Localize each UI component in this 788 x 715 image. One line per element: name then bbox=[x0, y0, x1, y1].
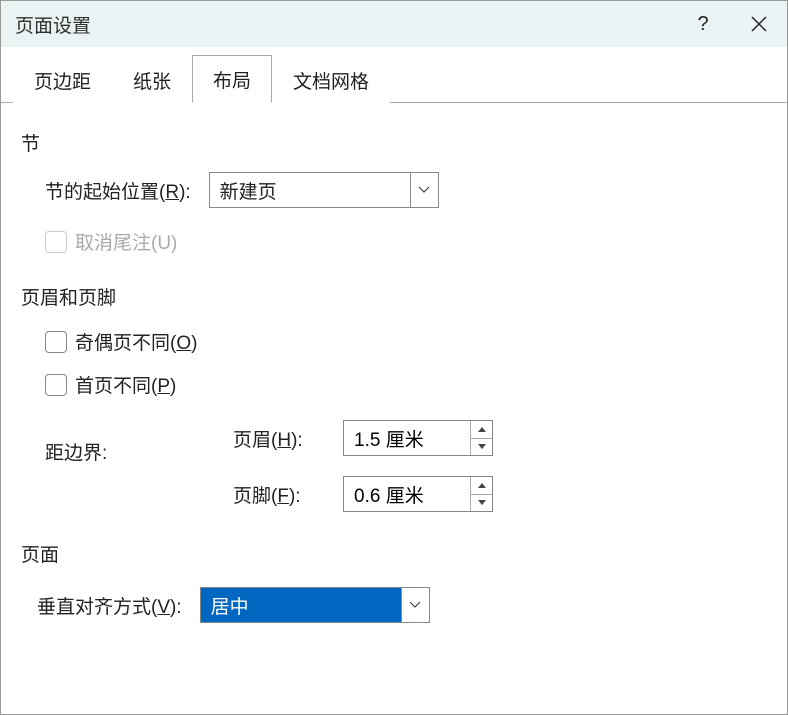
page-group-title: 页面 bbox=[21, 540, 767, 567]
help-button[interactable]: ? bbox=[675, 1, 731, 47]
valign-label: 垂直对齐方式(V): bbox=[37, 592, 182, 619]
titlebar: 页面设置 ? bbox=[1, 1, 787, 47]
section-start-dropdown-arrow[interactable] bbox=[410, 173, 438, 207]
firstpage-label: 首页不同(P) bbox=[75, 371, 176, 398]
footer-spinner-up[interactable] bbox=[471, 477, 492, 495]
valign-dropdown[interactable]: 居中 bbox=[200, 587, 430, 623]
footer-spinner-arrows bbox=[470, 477, 492, 511]
section-group-title: 节 bbox=[21, 129, 767, 156]
dialog-title: 页面设置 bbox=[15, 11, 91, 38]
firstpage-checkbox[interactable] bbox=[45, 374, 67, 396]
titlebar-controls: ? bbox=[675, 1, 787, 47]
footer-distance-spinner[interactable]: 0.6 厘米 bbox=[343, 476, 493, 512]
triangle-up-icon bbox=[478, 483, 486, 488]
headerfooter-group-title: 页眉和页脚 bbox=[21, 283, 767, 310]
section-start-dropdown[interactable]: 新建页 bbox=[209, 172, 439, 208]
header-distance-spinner[interactable]: 1.5 厘米 bbox=[343, 420, 493, 456]
triangle-down-icon bbox=[478, 444, 486, 449]
triangle-up-icon bbox=[478, 427, 486, 432]
section-start-label: 节的起始位置(R): bbox=[45, 177, 191, 204]
close-button[interactable] bbox=[731, 1, 787, 47]
tab-grid[interactable]: 文档网格 bbox=[272, 56, 390, 103]
chevron-down-icon bbox=[418, 186, 430, 194]
header-distance-value[interactable]: 1.5 厘米 bbox=[344, 421, 470, 455]
oddeven-checkbox[interactable] bbox=[45, 331, 67, 353]
close-icon bbox=[751, 16, 767, 32]
footer-distance-label: 页脚(F): bbox=[233, 481, 343, 508]
suppress-endnotes-label: 取消尾注(U) bbox=[75, 228, 177, 255]
triangle-down-icon bbox=[478, 500, 486, 505]
header-spinner-up[interactable] bbox=[471, 421, 492, 439]
section-start-value: 新建页 bbox=[210, 173, 410, 207]
valign-dropdown-arrow[interactable] bbox=[401, 588, 429, 622]
valign-value: 居中 bbox=[201, 588, 401, 622]
oddeven-label: 奇偶页不同(O) bbox=[75, 328, 197, 355]
header-distance-label: 页眉(H): bbox=[233, 425, 343, 452]
page-setup-dialog: 页面设置 ? 页边距 纸张 布局 文档网格 节 节的起始位置(R): 新建页 bbox=[0, 0, 788, 715]
distance-label: 距边界: bbox=[45, 443, 107, 464]
header-spinner-arrows bbox=[470, 421, 492, 455]
tabs-bar: 页边距 纸张 布局 文档网格 bbox=[1, 47, 787, 103]
header-spinner-down[interactable] bbox=[471, 439, 492, 456]
footer-spinner-down[interactable] bbox=[471, 495, 492, 512]
tab-paper[interactable]: 纸张 bbox=[112, 56, 192, 103]
chevron-down-icon bbox=[409, 601, 421, 609]
tab-layout[interactable]: 布局 bbox=[192, 55, 272, 103]
help-icon: ? bbox=[697, 13, 708, 36]
tab-margins[interactable]: 页边距 bbox=[13, 56, 112, 103]
suppress-endnotes-checkbox bbox=[45, 231, 67, 253]
footer-distance-value[interactable]: 0.6 厘米 bbox=[344, 477, 470, 511]
tab-content-layout: 节 节的起始位置(R): 新建页 取消尾注(U) 页眉和页脚 奇偶页不同(O) … bbox=[1, 103, 787, 641]
